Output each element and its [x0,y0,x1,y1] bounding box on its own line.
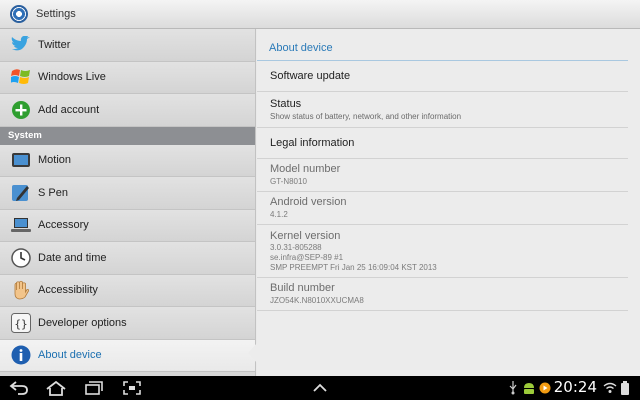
sidebar-item-label: Accessibility [38,284,98,297]
sidebar-item-date-and-time[interactable]: Date and time [0,242,255,275]
software-update-row[interactable]: Software update [257,61,628,92]
status-clock: 20:24 [553,378,597,396]
row-title: Kernel version [270,229,341,242]
twitter-bird-icon [11,35,31,55]
legal-information-row[interactable]: Legal information [257,128,628,159]
row-value: SMP PREEMPT Fri Jan 25 16:09:04 KST 2013 [270,262,437,272]
settings-gear-icon [10,5,28,23]
row-title: Model number [270,163,341,175]
model-number-row: Model number GT-N8010 [257,159,628,192]
sidebar-item-developer-options[interactable]: {} Developer options [0,307,255,340]
sidebar-item-label: Developer options [38,316,127,329]
windows-flag-icon [11,67,31,87]
status-row[interactable]: Status Show status of battery, network, … [257,92,628,128]
braces-icon: {} [11,312,31,333]
sidebar-item-motion[interactable]: Motion [0,144,255,177]
android-version-row: Android version 4.1.2 [257,192,628,225]
title-bar: Settings [0,0,640,29]
detail-header: About device [257,29,628,61]
sidebar-item-accessory[interactable]: Accessory [0,209,255,242]
sidebar-item-accessibility[interactable]: Accessibility [0,274,255,307]
row-value: JZO54K.N8010XXUCMA8 [270,296,364,305]
tablet-motion-icon [11,150,31,170]
back-icon[interactable] [8,380,30,396]
recent-apps-icon[interactable] [84,380,104,396]
sidebar-item-label: Add account [38,103,100,116]
app-title: Settings [36,8,76,20]
media-icon [539,381,551,395]
sidebar-item-label: Date and time [38,251,107,264]
sidebar-item-twitter[interactable]: Twitter [0,29,255,62]
detail-pane: About device Software update Status Show… [257,29,640,376]
row-title: Android version [270,196,347,208]
row-title: Legal information [270,137,355,149]
info-icon [11,345,31,365]
usb-icon [508,381,518,395]
sidebar-item-label: Twitter [38,38,71,51]
row-title: Software update [270,70,351,82]
kernel-version-row: Kernel version 3.0.31-805288 se.infra@SE… [257,225,628,278]
plus-circle-icon [11,100,31,120]
screenshot-icon[interactable] [122,380,142,396]
sidebar-item-label: Motion [38,154,72,167]
sidebar-item-label: Windows Live [38,71,106,84]
chevron-up-icon[interactable] [311,380,329,396]
sidebar-item-about-device[interactable]: About device [0,339,255,372]
sidebar-item-windows-live[interactable]: Windows Live [0,61,255,94]
clock-icon [11,248,31,268]
sidebar-item-s-pen[interactable]: S Pen [0,177,255,210]
build-number-row: Build number JZO54K.N8010XXUCMA8 [257,278,628,311]
svg-text:{}: {} [14,317,27,330]
row-subtitle: Show status of battery, network, and oth… [270,111,462,121]
sidebar-item-label: S Pen [38,186,68,199]
row-value: 4.1.2 [270,210,288,219]
laptop-icon [11,215,31,235]
section-header-system: System [0,126,255,145]
home-icon[interactable] [44,380,68,396]
row-value: se.infra@SEP-89 #1 [270,252,344,262]
settings-sidebar: Twitter Windows Live Add account System … [0,29,256,376]
system-nav-bar: 20:24 [0,376,640,400]
hand-icon [11,280,31,300]
row-value: 3.0.31-805288 [270,242,322,252]
wifi-icon [603,381,617,395]
pen-icon [11,183,31,203]
sidebar-item-add-account[interactable]: Add account [0,94,255,127]
row-value: GT-N8010 [270,177,307,186]
sidebar-item-label: About device [38,349,102,362]
android-icon [523,381,535,395]
battery-icon [620,381,630,395]
selection-pointer [248,343,257,363]
sidebar-item-label: Accessory [38,219,89,232]
row-title: Build number [270,282,335,294]
row-title: Status [270,97,302,110]
